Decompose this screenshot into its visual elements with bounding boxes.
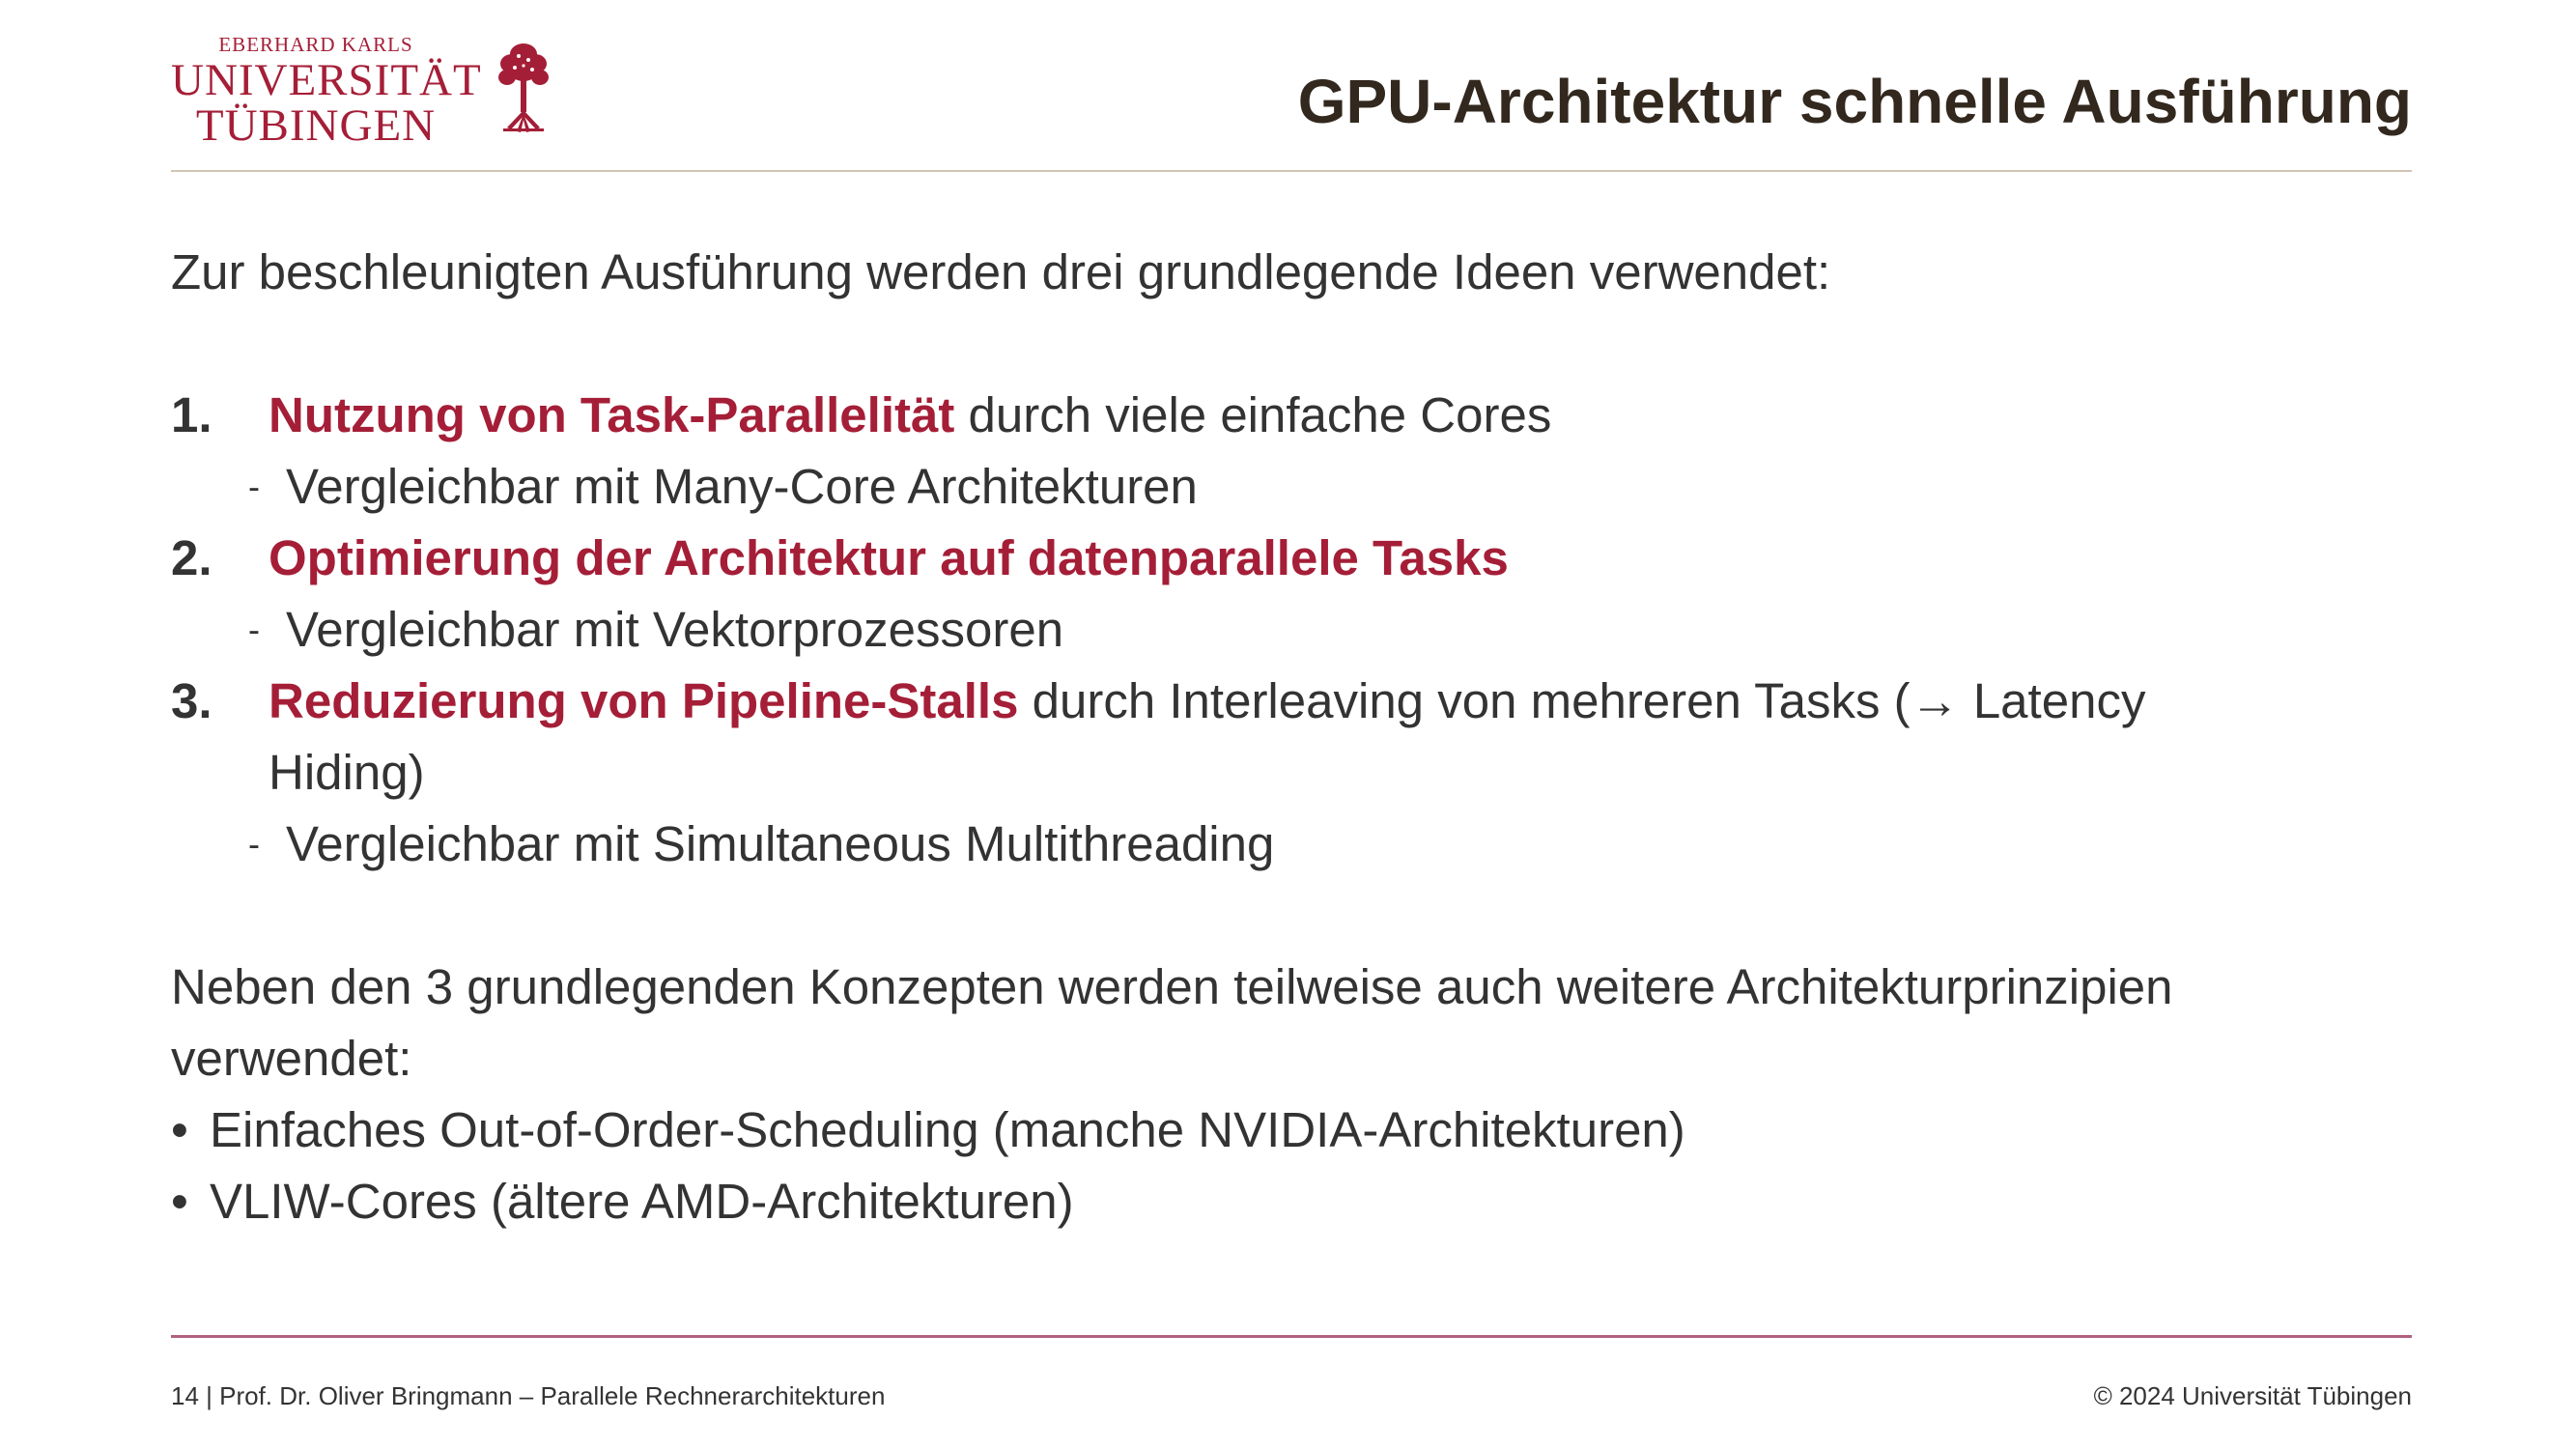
bullet-text: VLIW-Cores (ältere AMD-Architekturen) <box>210 1174 1074 1229</box>
item-rest: durch Interleaving von mehreren Tasks (→… <box>1018 673 2146 728</box>
logo-line-3: TÜBINGEN <box>195 100 437 151</box>
item-number: 3. <box>171 673 212 728</box>
item-text: Optimierung der Architektur auf datenpar… <box>269 523 1509 594</box>
footer-left-text: 14 | Prof. Dr. Oliver Bringmann – Parall… <box>171 1381 886 1410</box>
item-continuation-text: Hiding) <box>269 745 425 800</box>
footer-divider <box>171 1335 2412 1338</box>
paragraph-line-2: verwendet: <box>171 1031 412 1086</box>
palm-tree-icon <box>498 43 549 132</box>
item-rest: durch viele einfache Cores <box>954 387 1552 442</box>
item-highlight: Reduzierung von Pipeline-Stalls <box>269 673 1019 728</box>
bullet-marker: • <box>171 1102 188 1157</box>
paragraph-line-1: Neben den 3 grundlegenden Konzepten werd… <box>171 959 2173 1014</box>
sub-item-text: Vergleichbar mit Many-Core Architekturen <box>286 459 1198 514</box>
sub-marker: - <box>248 610 260 649</box>
item-number: 2. <box>171 530 212 585</box>
logo-line-1: EBERHARD KARLS <box>218 33 413 56</box>
bullet-text: Einfaches Out-of-Order-Scheduling (manch… <box>210 1102 1685 1157</box>
footer-copyright: © 2024 Universität Tübingen <box>2093 1381 2412 1410</box>
logo-wordmark: EBERHARD KARLS UNIVERSITÄT TÜBINGEN <box>171 33 482 151</box>
item-highlight: Optimierung der Architektur auf datenpar… <box>269 530 1509 585</box>
university-logo: EBERHARD KARLS UNIVERSITÄT TÜBINGEN <box>171 33 557 149</box>
item-highlight: Nutzung von Task-Parallelität <box>269 387 955 442</box>
sub-item-text: Vergleichbar mit Simultaneous Multithrea… <box>286 816 1275 871</box>
sub-marker: - <box>248 824 260 864</box>
item-text: Reduzierung von Pipeline-Stalls durch In… <box>269 666 2145 737</box>
intro-text: Zur beschleunigten Ausführung werden dre… <box>171 244 1831 299</box>
item-number: 1. <box>171 387 212 442</box>
item-text: Nutzung von Task-Parallelität durch viel… <box>269 380 1551 451</box>
header-divider <box>171 170 2412 172</box>
logo-line-2: UNIVERSITÄT <box>171 55 482 105</box>
sub-marker: - <box>248 467 260 506</box>
sub-item-text: Vergleichbar mit Vektorprozessoren <box>286 602 1064 657</box>
bullet-marker: • <box>171 1174 188 1229</box>
slide-title: GPU-Architektur schnelle Ausführung <box>1297 67 2412 136</box>
